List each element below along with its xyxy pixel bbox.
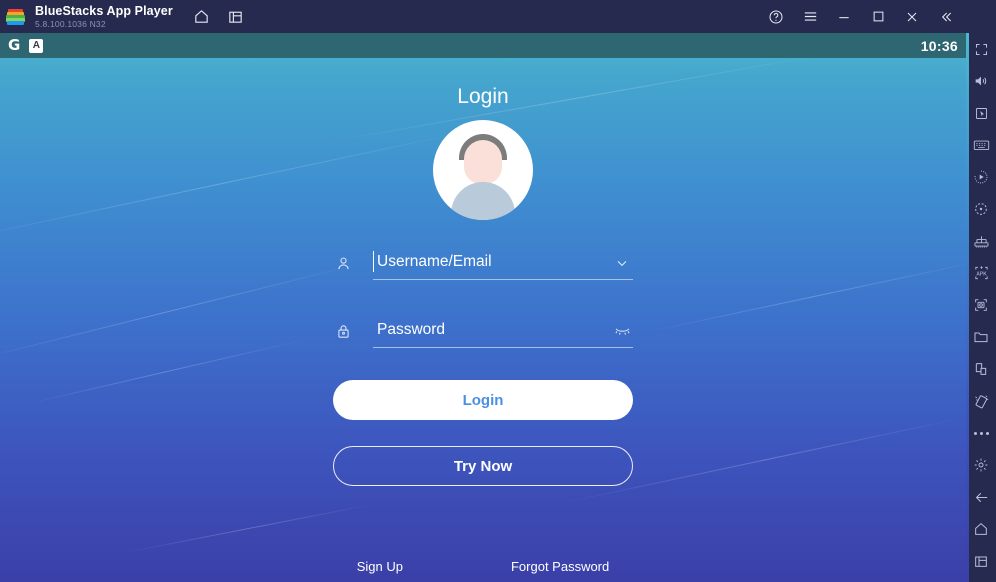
password-underline bbox=[373, 347, 633, 348]
media-folder-icon[interactable] bbox=[966, 321, 996, 353]
statusbar-notifications: G A bbox=[8, 36, 44, 54]
settings-gear-icon[interactable] bbox=[966, 449, 996, 481]
android-screen: G A 10:36 Login Username/Email Password … bbox=[0, 33, 966, 582]
install-apk-icon[interactable]: APK bbox=[966, 257, 996, 289]
bluestacks-sidebar: APK bbox=[966, 0, 996, 582]
bluestacks-logo-icon bbox=[5, 6, 27, 28]
window-controls bbox=[764, 5, 966, 29]
login-button[interactable]: Login bbox=[333, 380, 633, 420]
lock-icon bbox=[333, 321, 353, 341]
login-form: Username/Email Password Login Try Now bbox=[333, 244, 633, 486]
back-arrow-icon[interactable] bbox=[966, 481, 996, 513]
recent-apps-icon[interactable] bbox=[966, 545, 996, 577]
home-icon[interactable] bbox=[191, 6, 213, 28]
window-title-block: BlueStacks App Player 5.8.100.1036 N32 bbox=[35, 3, 173, 29]
username-placeholder: Username/Email bbox=[377, 253, 492, 270]
titlebar-nav-icons bbox=[191, 6, 247, 28]
forgot-password-link[interactable]: Forgot Password bbox=[511, 559, 609, 574]
username-input[interactable]: Username/Email bbox=[373, 244, 633, 284]
sidebar-items: APK bbox=[966, 33, 996, 577]
app-title: BlueStacks App Player bbox=[35, 3, 173, 18]
maximize-icon[interactable] bbox=[866, 5, 890, 29]
try-now-button[interactable]: Try Now bbox=[333, 446, 633, 486]
fullscreen-icon[interactable] bbox=[966, 33, 996, 65]
page-title: Login bbox=[457, 85, 509, 108]
chevron-down-icon[interactable] bbox=[613, 254, 631, 272]
password-input[interactable]: Password bbox=[373, 312, 633, 352]
eye-closed-icon[interactable] bbox=[613, 322, 631, 340]
login-screen: Login Username/Email Password Login Try … bbox=[0, 58, 966, 582]
app-notification-icon: A bbox=[29, 38, 44, 53]
shake-icon[interactable] bbox=[966, 385, 996, 417]
volume-icon[interactable] bbox=[966, 65, 996, 97]
statusbar-clock: 10:36 bbox=[920, 37, 958, 54]
google-icon: G bbox=[8, 36, 21, 54]
person-icon bbox=[333, 253, 353, 273]
location-icon[interactable] bbox=[966, 193, 996, 225]
screenshot-icon[interactable] bbox=[966, 289, 996, 321]
app-version: 5.8.100.1036 N32 bbox=[35, 19, 106, 29]
user-avatar-placeholder-icon bbox=[433, 120, 533, 220]
multi-instance-manager-icon[interactable] bbox=[966, 225, 996, 257]
sign-up-link[interactable]: Sign Up bbox=[357, 559, 403, 574]
android-statusbar: G A 10:36 bbox=[0, 33, 966, 58]
avatar-container bbox=[0, 120, 966, 220]
keyboard-icon[interactable] bbox=[966, 129, 996, 161]
help-icon[interactable] bbox=[764, 5, 788, 29]
pointer-icon[interactable] bbox=[966, 97, 996, 129]
window-titlebar: BlueStacks App Player 5.8.100.1036 N32 bbox=[0, 0, 966, 33]
more-options-icon[interactable] bbox=[966, 417, 996, 449]
minimize-icon[interactable] bbox=[832, 5, 856, 29]
home-nav-icon[interactable] bbox=[966, 513, 996, 545]
copy-paste-icon[interactable] bbox=[966, 353, 996, 385]
username-underline bbox=[373, 279, 633, 280]
macro-record-icon[interactable] bbox=[966, 161, 996, 193]
login-footer-links: Sign Up Forgot Password bbox=[0, 559, 966, 574]
hamburger-menu-icon[interactable] bbox=[798, 5, 822, 29]
svg-text:APK: APK bbox=[976, 271, 987, 277]
username-field-row: Username/Email bbox=[333, 244, 633, 284]
multi-instance-icon[interactable] bbox=[225, 6, 247, 28]
password-field-row: Password bbox=[333, 312, 633, 352]
collapse-sidebar-icon[interactable] bbox=[934, 5, 958, 29]
bluestacks-window: BlueStacks App Player 5.8.100.1036 N32 G… bbox=[0, 0, 996, 582]
text-caret bbox=[373, 251, 374, 272]
password-placeholder: Password bbox=[377, 321, 446, 338]
close-icon[interactable] bbox=[900, 5, 924, 29]
